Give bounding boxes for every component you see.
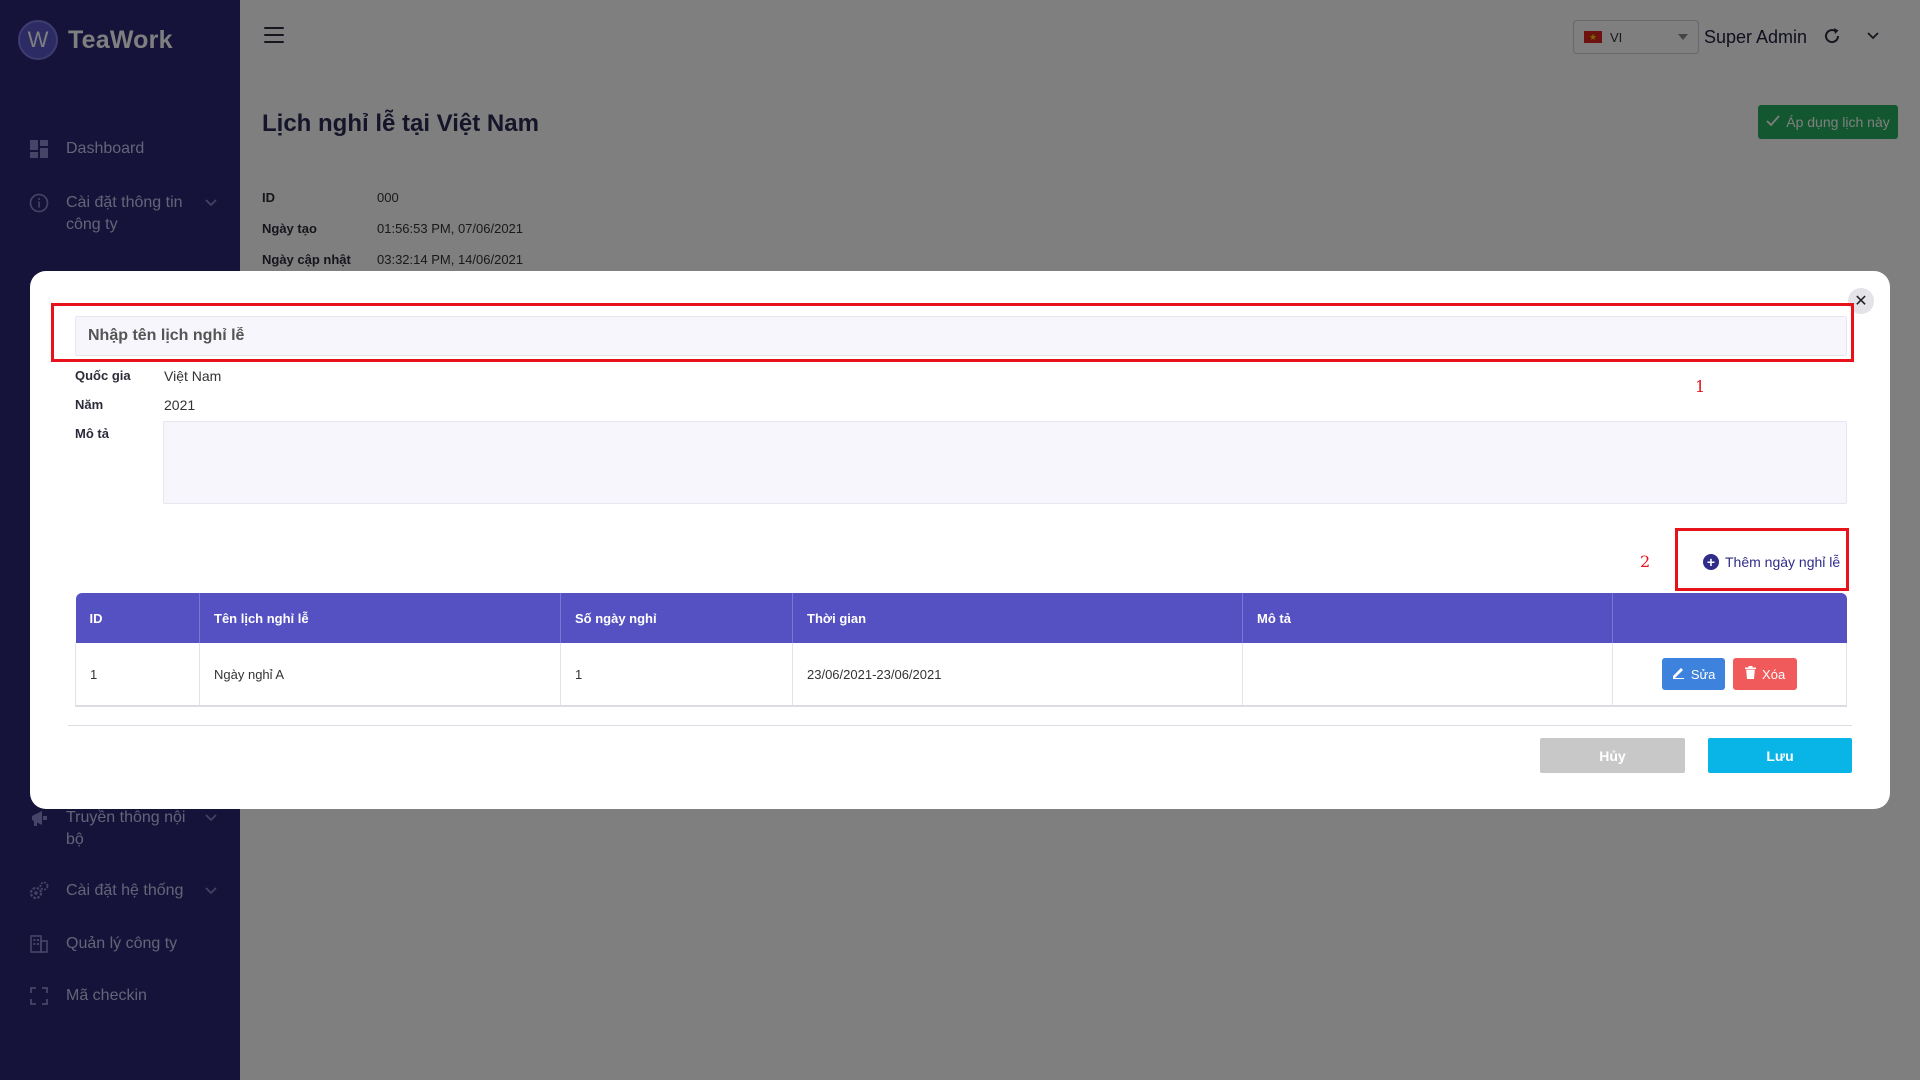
- delete-button[interactable]: Xóa: [1733, 658, 1798, 690]
- modal-divider: [68, 725, 1852, 726]
- field-value: Việt Nam: [164, 368, 222, 384]
- add-holiday-label: Thêm ngày nghỉ lễ: [1725, 554, 1841, 570]
- table-row: 1 Ngày nghỉ A 1 23/06/2021-23/06/2021 Sử…: [75, 643, 1847, 707]
- field-label: Quốc gia: [75, 368, 131, 383]
- table-header-row: ID Tên lịch nghỉ lễ Số ngày nghỉ Thời gi…: [75, 593, 1847, 643]
- cell-time: 23/06/2021-23/06/2021: [792, 643, 1243, 707]
- annotation-number-2: 2: [1640, 552, 1651, 571]
- field-label: Năm: [75, 397, 104, 412]
- add-holiday-button[interactable]: + Thêm ngày nghỉ lễ: [1703, 554, 1840, 570]
- column-header-id: ID: [75, 593, 200, 643]
- cell-name: Ngày nghỉ A: [199, 643, 561, 707]
- edit-label: Sửa: [1690, 666, 1716, 682]
- column-header-name: Tên lịch nghỉ lễ: [199, 593, 561, 643]
- field-country: Quốc gia Việt Nam: [75, 368, 221, 384]
- holiday-calendar-name-input[interactable]: [75, 316, 1847, 356]
- column-header-days: Số ngày nghỉ: [560, 593, 793, 643]
- holiday-calendar-modal: ✕ 1 Quốc gia Việt Nam Năm 2021 Mô tả 2 +…: [30, 271, 1890, 809]
- plus-circle-icon: +: [1703, 554, 1719, 570]
- pencil-icon: [1672, 666, 1685, 682]
- cell-days: 1: [560, 643, 793, 707]
- trash-icon: [1745, 666, 1757, 682]
- field-value: 2021: [164, 397, 196, 413]
- annotation-number-1: 1: [1695, 377, 1706, 396]
- cancel-button[interactable]: Hủy: [1540, 738, 1685, 773]
- cell-id: 1: [75, 643, 200, 707]
- column-header-description: Mô tả: [1242, 593, 1613, 643]
- cell-description: [1242, 643, 1613, 707]
- holiday-table: ID Tên lịch nghỉ lễ Số ngày nghỉ Thời gi…: [75, 593, 1847, 707]
- edit-button[interactable]: Sửa: [1661, 658, 1726, 690]
- field-description: Mô tả: [75, 426, 164, 441]
- field-label: Mô tả: [75, 426, 109, 441]
- cell-actions: Sửa Xóa: [1612, 643, 1847, 707]
- column-header-time: Thời gian: [792, 593, 1243, 643]
- save-button[interactable]: Lưu: [1708, 738, 1852, 773]
- delete-label: Xóa: [1762, 666, 1786, 682]
- description-textarea[interactable]: [163, 421, 1847, 504]
- field-year: Năm 2021: [75, 397, 195, 413]
- column-header-actions: [1612, 593, 1847, 643]
